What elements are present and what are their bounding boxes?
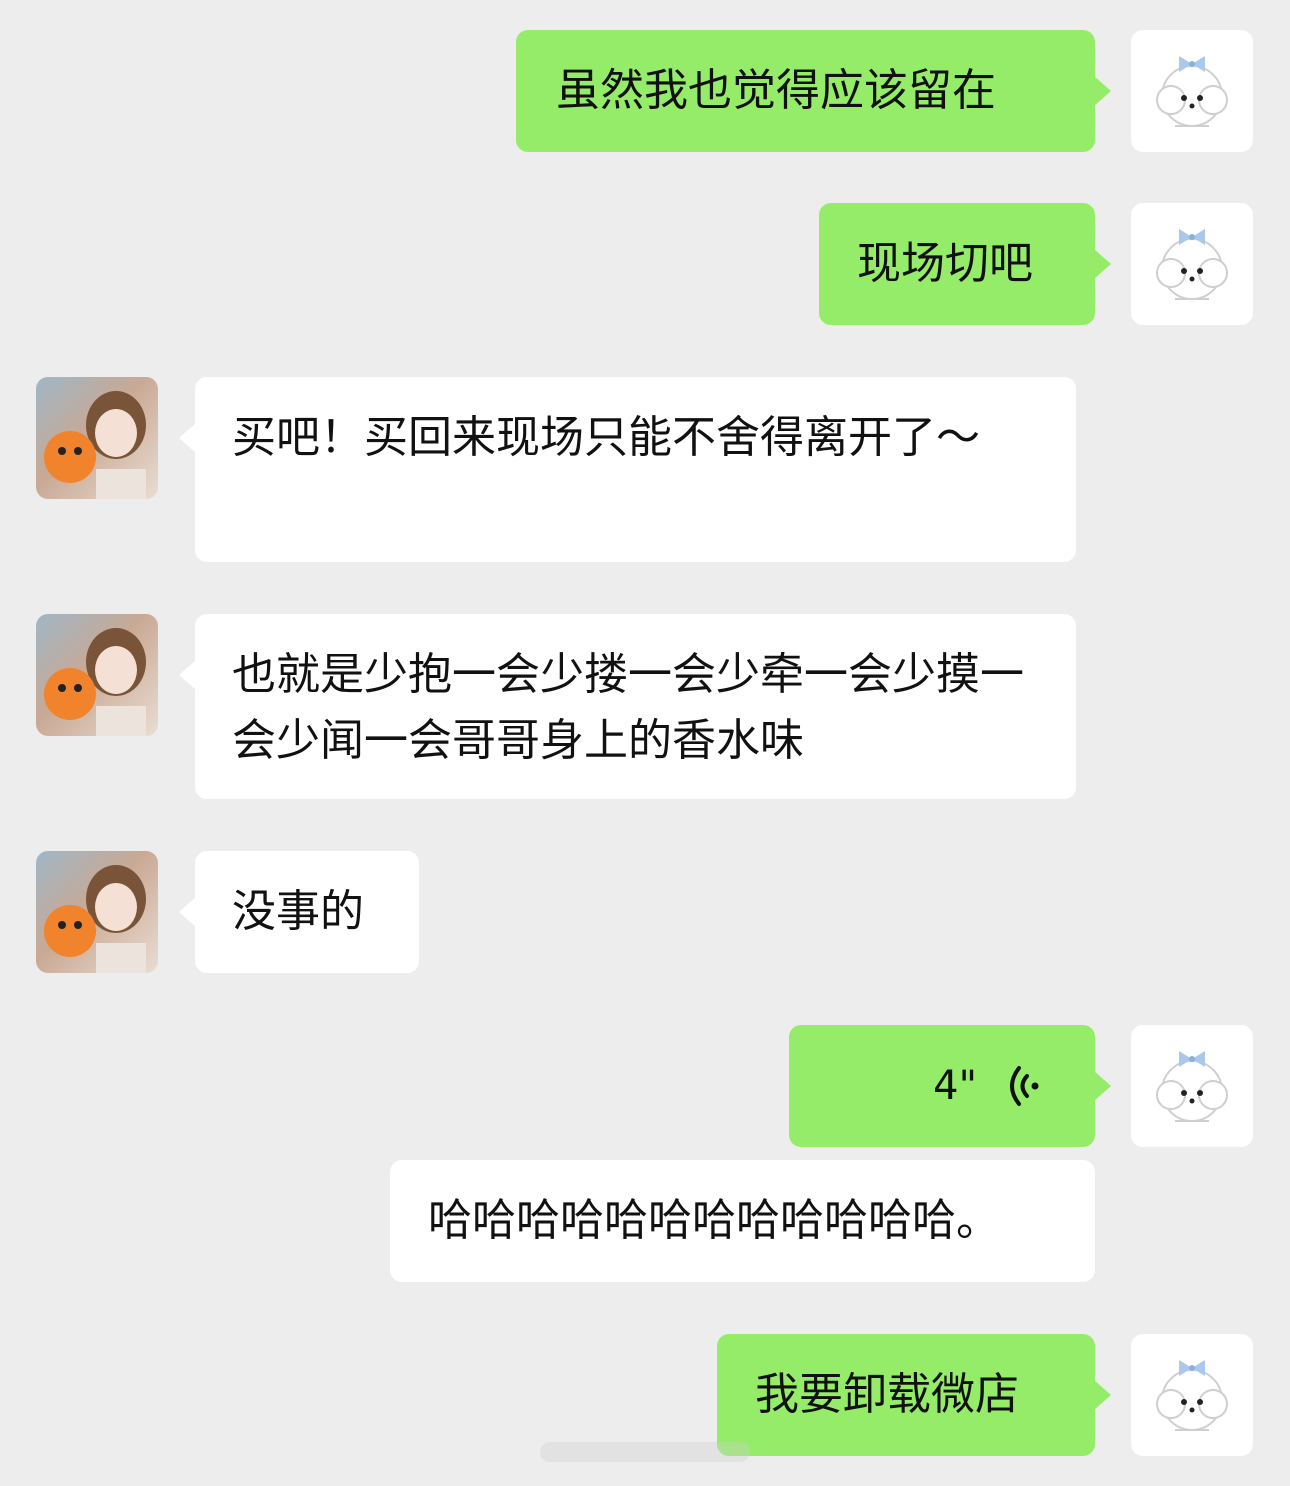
- message-text: 买吧！买回来现场只能不舍得离开了～: [232, 412, 980, 463]
- message-bubble-incoming[interactable]: 也就是少抱一会少搂一会少牵一会少摸一会少闻一会哥哥身上的香水味: [179, 614, 1076, 799]
- self-avatar[interactable]: [1131, 203, 1253, 325]
- message-bubble-incoming[interactable]: 买吧！买回来现场只能不舍得离开了～: [179, 377, 1076, 562]
- peer-avatar[interactable]: [36, 614, 158, 736]
- voice-wave-icon: [1010, 1066, 1039, 1106]
- message-text: 也就是少抱一会少搂一会少牵一会少摸一会少闻一会哥哥身上的香水味: [232, 649, 1024, 766]
- girl-avatar-icon: [44, 628, 146, 736]
- peer-avatar[interactable]: [36, 851, 158, 973]
- self-avatar[interactable]: [1131, 30, 1253, 152]
- voice-message-bubble[interactable]: 4": [789, 1025, 1111, 1147]
- puppy-avatar-icon: [1156, 56, 1228, 127]
- girl-avatar-icon: [44, 865, 146, 973]
- puppy-avatar-icon: [1156, 229, 1228, 300]
- girl-avatar-icon: [44, 391, 146, 499]
- message-bubble-outgoing[interactable]: 我要卸载微店: [717, 1334, 1111, 1456]
- message-text: 我要卸载微店: [755, 1369, 1019, 1420]
- message-text: 现场切吧: [857, 238, 1033, 289]
- voice-duration: 4": [933, 1063, 977, 1109]
- peer-avatar[interactable]: [36, 377, 158, 499]
- message-bubble-outgoing[interactable]: 虽然我也觉得应该留在: [516, 30, 1111, 152]
- watermark-icon: [540, 1442, 750, 1462]
- message-bubble-outgoing[interactable]: 现场切吧: [819, 203, 1111, 325]
- self-avatar[interactable]: [1131, 1025, 1253, 1147]
- transcript-text: 哈哈哈哈哈哈哈哈哈哈哈哈。: [428, 1195, 1000, 1246]
- puppy-avatar-icon: [1156, 1051, 1228, 1122]
- message-text: 虽然我也觉得应该留在: [556, 65, 996, 116]
- message-text: 没事的: [232, 886, 364, 937]
- message-bubble-incoming[interactable]: 没事的: [179, 851, 419, 973]
- voice-transcript-bubble[interactable]: 哈哈哈哈哈哈哈哈哈哈哈哈。: [390, 1160, 1095, 1282]
- puppy-avatar-icon: [1156, 1360, 1228, 1431]
- self-avatar[interactable]: [1131, 1334, 1253, 1456]
